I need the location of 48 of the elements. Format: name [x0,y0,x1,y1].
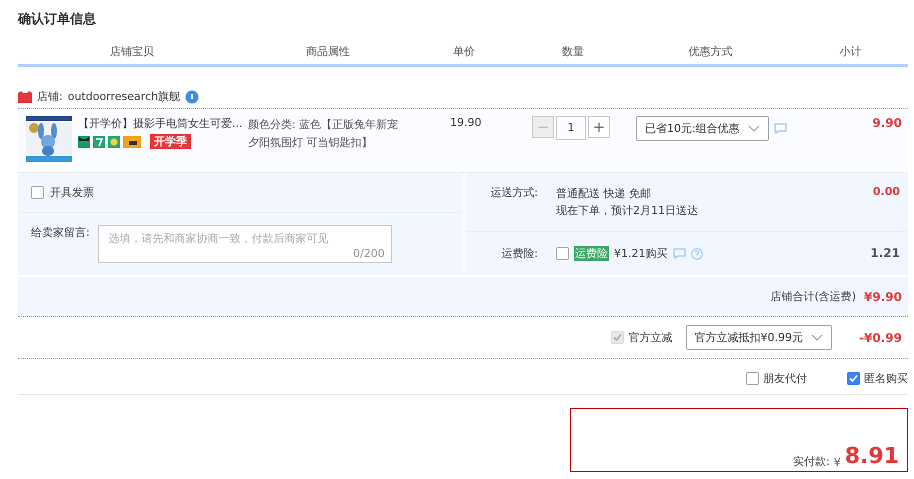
checkbox[interactable] [31,186,44,199]
option-label: 匿名购买 [864,371,908,386]
insurance-tag: 运费险 [574,246,609,261]
caret-icon [748,125,760,132]
pay-amount: 8.91 [844,444,899,469]
official-discount-label: 官方立减 [628,330,672,345]
shop-label: 店铺: [37,89,63,104]
insurance-amount: 1.21 [870,246,900,260]
column-header: 数量 [520,44,628,64]
seven-icon [93,136,105,148]
product-title[interactable]: 【开学价】摄影手电筒女生可爱... [78,116,242,131]
invoice-label: 开具发票 [50,185,94,200]
shop-icon [18,90,32,102]
currency-sign: ¥ [834,456,841,469]
column-header: 店铺宝贝 [18,44,248,64]
option-label: 朋友代付 [763,371,807,386]
product-attributes: 颜色分类: 蓝色【正版兔年新宠夕阳氛围灯 可当钥匙扣】 [248,117,400,151]
cat-icon [78,136,90,148]
discount-select[interactable]: 已省10元:组合优惠 [636,116,769,141]
unit-price: 19.90 [449,116,482,129]
column-header: 小计 [795,44,908,64]
shipping-amount: 0.00 [872,185,900,198]
checkbox[interactable] [847,372,860,385]
card-icon [123,136,141,148]
shop-total-label: 店铺合计(含运费) [770,289,856,304]
column-header: 单价 [410,44,520,64]
caret-icon [811,334,823,341]
pay-label: 实付款: [793,454,830,469]
discount-amount: -¥0.99 [858,330,902,344]
badge-icon [108,136,120,148]
column-header: 优惠方式 [628,44,795,64]
quantity-field[interactable]: 1 [556,116,586,140]
page-title: 确认订单信息 [18,11,96,28]
shop-name[interactable]: outdoorresearch旗舰 [68,89,180,104]
message-label: 给卖家留言: [31,225,90,240]
plus-button[interactable]: + [588,116,610,138]
help-icon[interactable] [690,248,702,260]
promo-tag: 开学季 [150,134,191,149]
column-header: 商品属性 [248,44,410,64]
checkbox[interactable] [746,372,759,385]
checkbox[interactable] [556,247,569,260]
shop-total-amount: ¥9.90 [864,290,902,304]
shipping-text: 普通配送 快递 免邮 [556,186,652,202]
insurance-label: 运费险: [500,246,539,261]
shipping-label: 运送方式: [489,185,539,200]
shipping-text: 现在下单，预计2月11日送达 [556,203,699,219]
insurance-price: ¥1.21购买 [614,246,668,261]
subtotal: 9.90 [871,116,903,130]
